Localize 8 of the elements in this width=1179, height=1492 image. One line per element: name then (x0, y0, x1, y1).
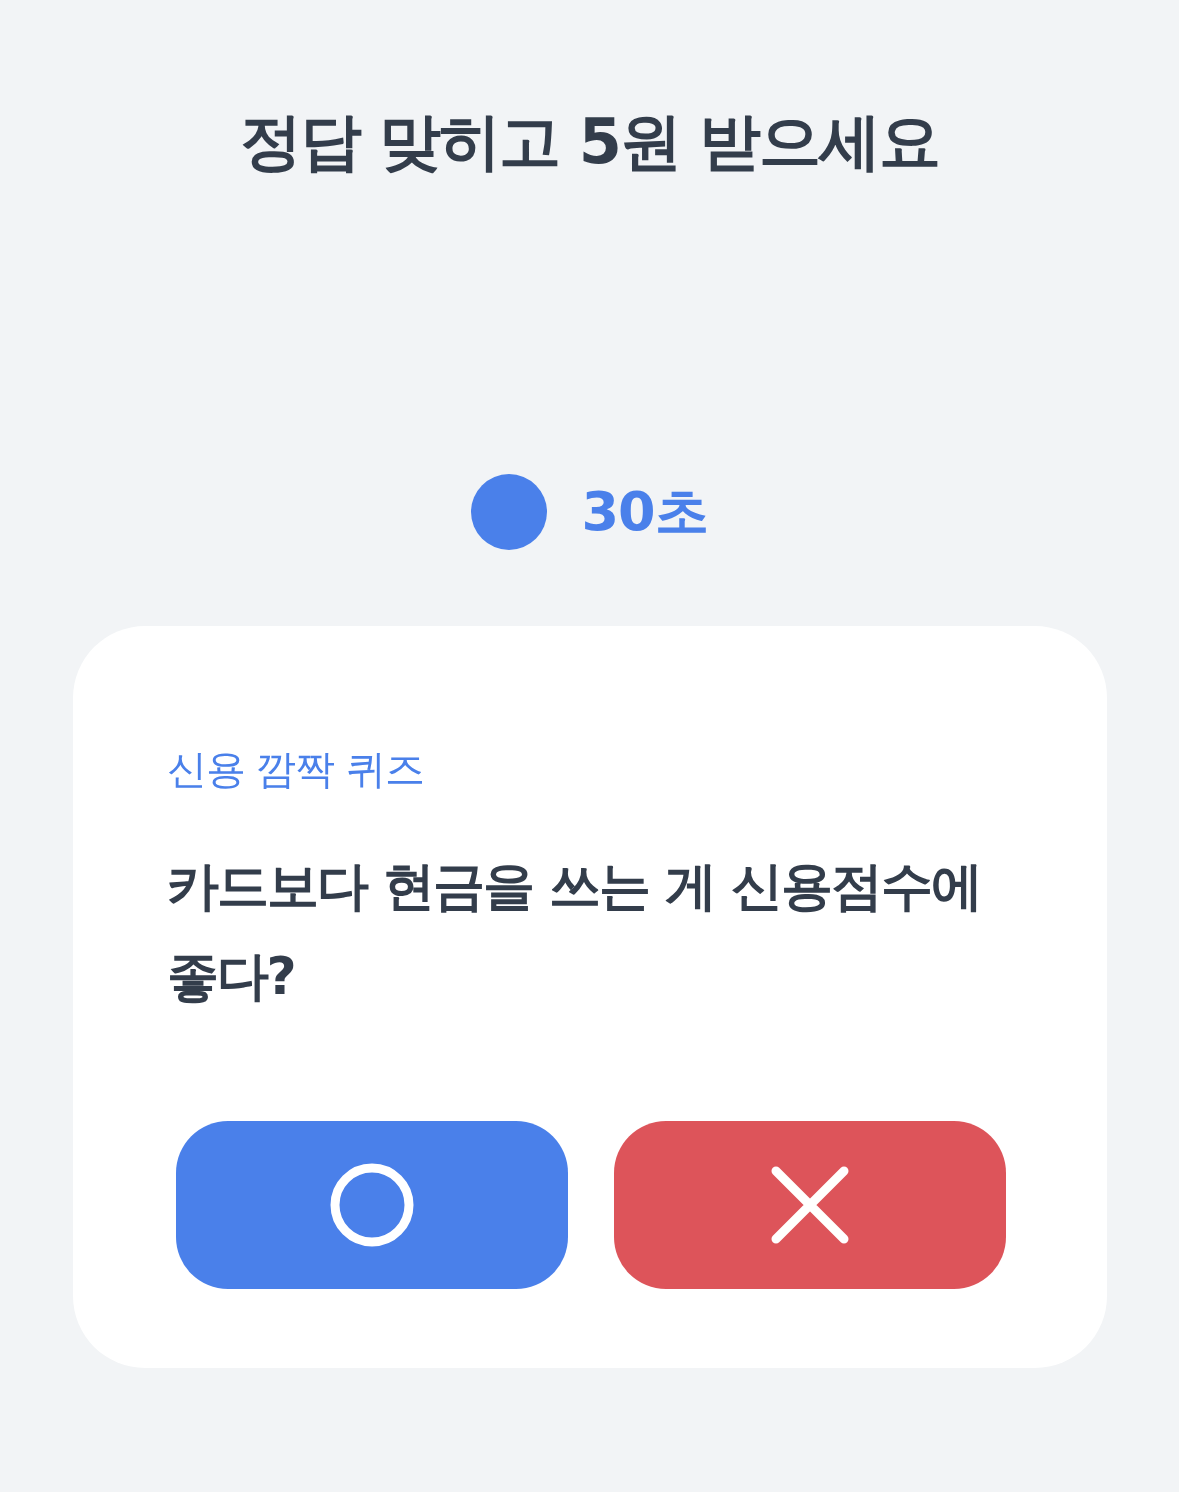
no-answer-button[interactable] (613, 1121, 1006, 1289)
yes-answer-button[interactable] (175, 1121, 568, 1289)
circle-icon (328, 1162, 415, 1248)
page-title: 정답 맞히고 5원 받으세요 (239, 104, 940, 180)
quiz-category: 신용 깜짝 퀴즈 (166, 745, 425, 794)
timer-text: 30초 (581, 478, 708, 545)
close-icon (769, 1165, 850, 1245)
quiz-question: 카드보다 현금을 쓰는 게 신용점수에 좋다? (166, 855, 982, 1008)
